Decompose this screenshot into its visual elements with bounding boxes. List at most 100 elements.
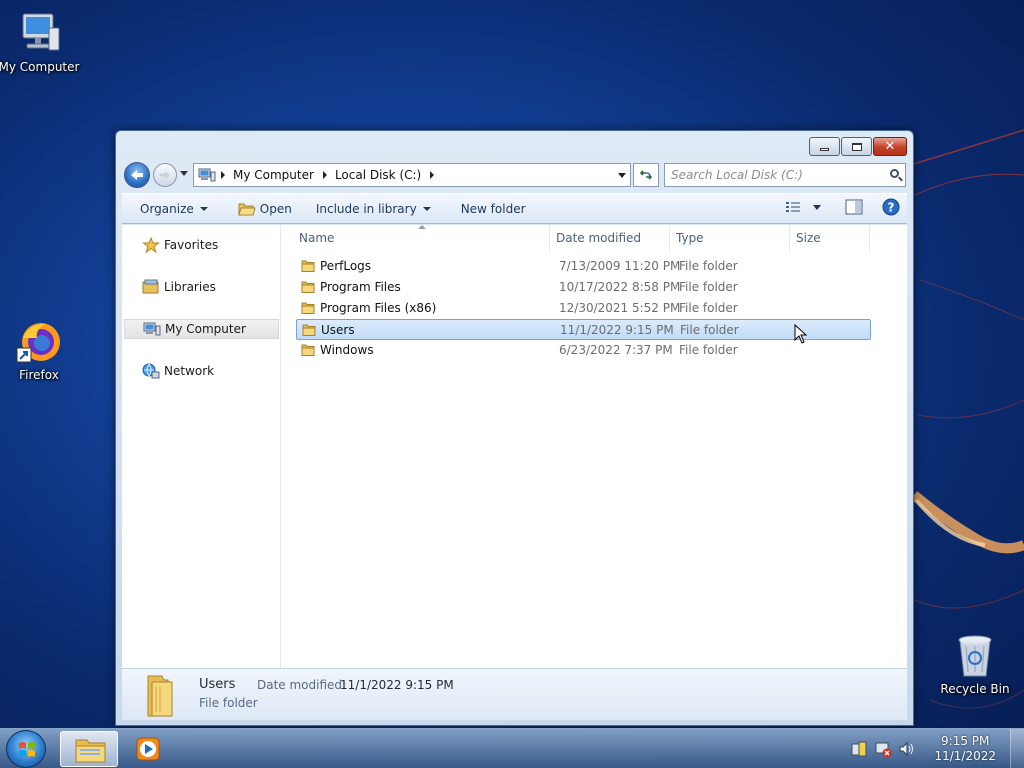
desktop-icon-firefox[interactable]: Firefox: [0, 318, 81, 382]
include-in-library-button[interactable]: Include in library: [310, 197, 437, 221]
desktop-icon-label: Firefox: [19, 368, 59, 382]
view-controls: ?: [785, 197, 901, 217]
file-row-program-files[interactable]: Program Files 10/17/2022 8:58 PM File fo…: [296, 277, 871, 298]
mouse-cursor-icon: [794, 324, 808, 344]
file-name: Windows: [320, 343, 374, 357]
taskbar-clock[interactable]: 9:15 PM 11/1/2022: [934, 734, 996, 764]
network-icon: [142, 363, 160, 379]
nav-item-libraries[interactable]: Libraries: [124, 277, 279, 297]
file-type: File folder: [680, 323, 739, 337]
taskbar-explorer-button[interactable]: [60, 731, 118, 767]
folder-icon: [302, 323, 316, 337]
forward-button[interactable]: [153, 163, 177, 187]
desktop-icon-label: My Computer: [0, 60, 80, 74]
breadcrumb-my-computer[interactable]: My Computer: [233, 168, 314, 182]
file-row-program-files-x86[interactable]: Program Files (x86) 12/30/2021 5:52 PM F…: [296, 298, 871, 319]
action-center-icon[interactable]: [850, 740, 868, 758]
desktop-icon-my-computer[interactable]: My Computer: [0, 10, 81, 74]
address-history-dropdown[interactable]: [618, 173, 626, 178]
organize-label: Organize: [140, 201, 194, 216]
folder-icon: [301, 301, 315, 315]
preview-pane-icon[interactable]: [845, 199, 863, 215]
windows-logo-icon: [19, 742, 35, 757]
search-box[interactable]: [664, 163, 906, 187]
column-header-label: Name: [299, 231, 335, 245]
navigation-pane: Favorites Libraries My Computer Network: [122, 225, 281, 668]
window-controls: ✕: [809, 137, 907, 156]
recent-pages-dropdown[interactable]: [180, 171, 188, 176]
file-date: 7/13/2009 11:20 PM: [559, 259, 681, 273]
new-folder-button[interactable]: New folder: [455, 197, 532, 221]
search-input[interactable]: [665, 164, 875, 186]
clock-time: 9:15 PM: [941, 734, 990, 748]
command-bar: Organize Open Include in library New fol…: [122, 193, 907, 224]
back-arrow-icon: [131, 170, 143, 180]
breadcrumb-separator[interactable]: [322, 171, 327, 179]
nav-item-network[interactable]: Network: [124, 361, 279, 381]
organize-button[interactable]: Organize: [134, 197, 214, 221]
refresh-icon: [639, 170, 653, 180]
folder-open-icon: [238, 203, 256, 215]
back-button[interactable]: [124, 162, 150, 188]
breadcrumb-separator[interactable]: [221, 171, 225, 179]
folder-icon: [138, 674, 178, 718]
chevron-down-icon[interactable]: [813, 204, 821, 210]
column-header-size[interactable]: Size: [790, 225, 870, 251]
file-type: File folder: [679, 259, 738, 273]
open-label: Open: [259, 201, 292, 216]
forward-arrow-icon: [160, 171, 170, 179]
explorer-window: ✕ My Computer Local Disk (C:) Search Loc…: [115, 130, 914, 726]
breadcrumb-local-disk[interactable]: Local Disk (C:): [335, 168, 421, 182]
folder-icon: [75, 739, 106, 763]
start-button[interactable]: [6, 730, 46, 768]
folder-icon: [301, 259, 315, 273]
minimize-icon: [820, 148, 829, 151]
file-name: Users: [321, 323, 355, 337]
file-list-pane: Name Date modified Type Size PerfLogs 7/…: [282, 225, 907, 668]
open-button[interactable]: Open: [232, 197, 298, 221]
minimize-button[interactable]: [809, 137, 840, 156]
details-item-name: Users: [199, 677, 236, 692]
file-date: 12/30/2021 5:52 PM: [559, 301, 681, 315]
star-icon: [142, 236, 160, 254]
breadcrumb-separator[interactable]: [430, 171, 435, 179]
file-type: File folder: [679, 301, 738, 315]
nav-item-label: Libraries: [164, 280, 216, 294]
maximize-icon: [851, 142, 862, 151]
maximize-button[interactable]: [841, 137, 872, 156]
search-icon[interactable]: [890, 169, 899, 178]
file-row-perflogs[interactable]: PerfLogs 7/13/2009 11:20 PM File folder: [296, 256, 871, 277]
show-desktop-button[interactable]: [1010, 729, 1024, 768]
help-icon[interactable]: ?: [881, 197, 901, 217]
taskbar: 9:15 PM 11/1/2022: [0, 728, 1024, 768]
desktop-icon-label: Recycle Bin: [940, 682, 1010, 696]
navigation-row: My Computer Local Disk (C:): [122, 162, 907, 188]
file-row-users[interactable]: Users 11/1/2022 9:15 PM File folder: [296, 319, 871, 340]
nav-item-label: My Computer: [165, 322, 246, 336]
details-pane: Users File folder Date modified: 11/1/20…: [122, 668, 907, 720]
chevron-down-icon: [422, 206, 431, 211]
close-icon: ✕: [884, 139, 896, 154]
sort-ascending-icon: [418, 225, 426, 229]
desktop-icon-recycle-bin[interactable]: Recycle Bin: [933, 632, 1017, 696]
content-area: Favorites Libraries My Computer Network: [122, 225, 907, 668]
file-name: Program Files (x86): [320, 301, 437, 315]
close-button[interactable]: ✕: [873, 137, 907, 156]
network-status-icon[interactable]: [874, 740, 892, 758]
volume-icon[interactable]: [898, 740, 916, 758]
file-row-windows[interactable]: Windows 6/23/2022 7:37 PM File folder: [296, 340, 871, 361]
column-header-date[interactable]: Date modified: [550, 225, 670, 251]
taskbar-media-player-button[interactable]: [122, 731, 176, 767]
details-view-icon: [786, 202, 800, 212]
file-date: 11/1/2022 9:15 PM: [560, 323, 674, 337]
nav-item-my-computer[interactable]: My Computer: [124, 319, 279, 339]
firefox-icon: [15, 318, 63, 366]
refresh-button[interactable]: [633, 163, 659, 187]
address-bar[interactable]: My Computer Local Disk (C:): [193, 163, 631, 187]
new-folder-label: New folder: [460, 201, 526, 216]
column-header-label: Date modified: [556, 231, 642, 245]
nav-item-favorites[interactable]: Favorites: [124, 235, 279, 255]
recycle-bin-icon: [951, 632, 999, 680]
column-header-type[interactable]: Type: [670, 225, 790, 251]
change-view-button[interactable]: [785, 201, 821, 213]
